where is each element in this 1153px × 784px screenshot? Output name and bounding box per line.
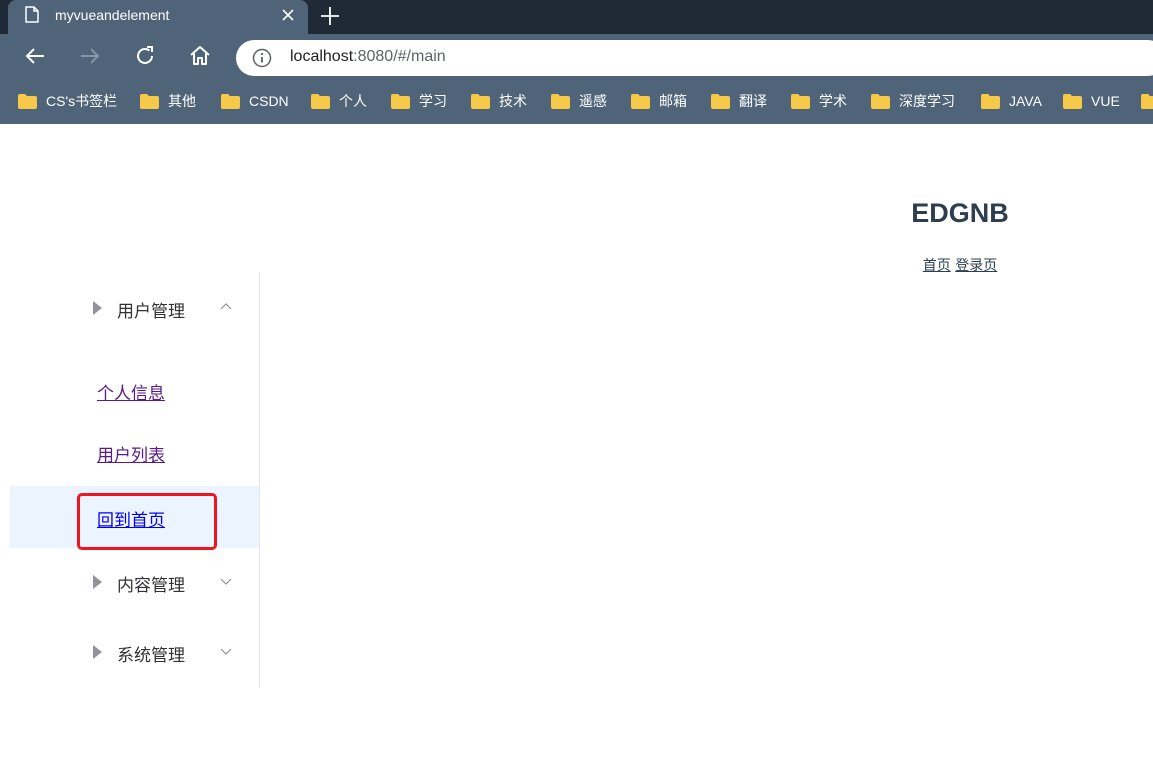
menu-item-label[interactable]: 用户列表 [97, 441, 165, 466]
bookmark-item[interactable]: 其他 [140, 91, 196, 111]
browser-tab[interactable]: myvueandelement [8, 0, 308, 34]
forward-arrow-icon[interactable] [78, 44, 102, 68]
chevron-up-icon [220, 303, 232, 310]
menu-item-label[interactable]: 个人信息 [97, 379, 165, 404]
bookmarks-bar: CS's书签栏 其他 CSDN 个人 学习 技术 遥感 邮箱 翻译 学术 深度学… [0, 78, 1153, 124]
login-link[interactable]: 登录页 [955, 258, 997, 274]
submenu-user-management[interactable]: 用户管理 [10, 280, 259, 336]
folder-icon [711, 93, 730, 109]
folder-icon [140, 93, 159, 109]
bookmark-item[interactable]: 深度学习 [871, 91, 955, 111]
tab-title: myvueandelement [55, 7, 170, 23]
bookmark-item[interactable]: CSDN [221, 91, 289, 111]
folder-icon [981, 93, 1000, 109]
chevron-down-icon [220, 578, 232, 585]
home-icon[interactable] [188, 44, 212, 68]
close-icon[interactable] [280, 7, 296, 23]
back-arrow-icon[interactable] [23, 44, 47, 68]
menu-item-user-list[interactable]: 用户列表 [10, 426, 259, 482]
address-bar[interactable]: localhost:8080/#/main [236, 40, 1153, 76]
folder-icon [18, 93, 37, 109]
url-text[interactable]: localhost:8080/#/main [290, 48, 446, 66]
sidebar-menu: 用户管理 个人信息 用户列表 回到首页 内容管理 系统管理 [10, 272, 260, 688]
bookmark-item[interactable]: 个人 [311, 91, 367, 111]
document-icon [25, 6, 39, 23]
folder-icon [221, 93, 240, 109]
bookmark-item[interactable]: CS's书签栏 [18, 91, 117, 111]
chevron-down-icon [220, 648, 232, 655]
bookmark-item[interactable]: JAVA [981, 91, 1042, 111]
reload-icon[interactable] [133, 44, 157, 68]
submenu-label: 系统管理 [117, 646, 185, 666]
highlight-annotation-box [77, 493, 217, 550]
bookmark-item[interactable]: 学术 [791, 91, 847, 111]
caret-right-icon [93, 301, 102, 315]
submenu-label: 用户管理 [117, 302, 185, 322]
bookmark-item[interactable]: 翻译 [711, 91, 767, 111]
bookmark-item[interactable]: VUE [1063, 91, 1120, 111]
home-link[interactable]: 首页 [923, 258, 951, 274]
bookmark-item[interactable]: 邮箱 [631, 91, 687, 111]
folder-icon [471, 93, 490, 109]
bookmark-item[interactable]: 技术 [471, 91, 527, 111]
bookmark-item[interactable] [1141, 91, 1153, 111]
caret-right-icon [93, 575, 102, 589]
submenu-system-management[interactable]: 系统管理 [10, 624, 259, 680]
new-tab-icon[interactable] [319, 5, 341, 27]
folder-icon [871, 93, 890, 109]
tab-strip: myvueandelement [0, 0, 1153, 34]
submenu-content-management[interactable]: 内容管理 [10, 554, 259, 610]
folder-icon [791, 93, 810, 109]
bookmark-item[interactable]: 学习 [391, 91, 447, 111]
folder-icon [551, 93, 570, 109]
folder-icon [1141, 93, 1153, 109]
page-title: EDGNB [911, 198, 1009, 228]
caret-right-icon [93, 645, 102, 659]
folder-icon [1063, 93, 1082, 109]
folder-icon [631, 93, 650, 109]
info-icon[interactable] [252, 48, 272, 68]
folder-icon [391, 93, 410, 109]
menu-item-profile[interactable]: 个人信息 [10, 364, 259, 420]
folder-icon [311, 93, 330, 109]
bookmark-item[interactable]: 遥感 [551, 91, 607, 111]
browser-toolbar: localhost:8080/#/main [0, 34, 1153, 78]
top-nav: 首页 登录页 [860, 255, 1060, 275]
submenu-label: 内容管理 [117, 576, 185, 596]
